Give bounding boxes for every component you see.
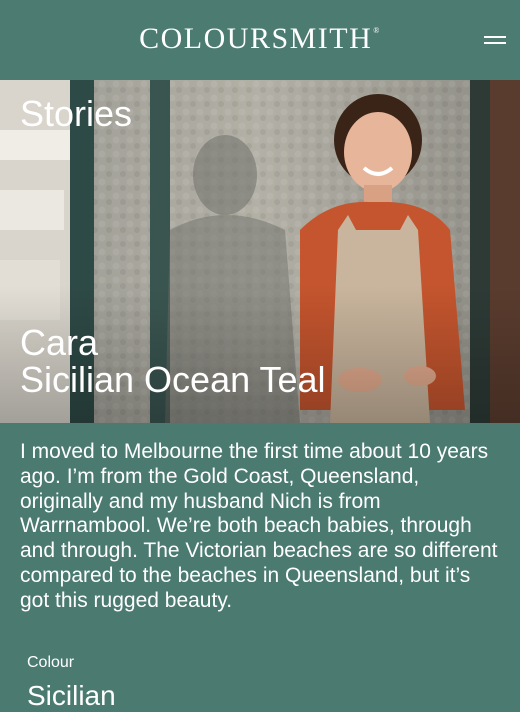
colour-label: Colour	[27, 654, 75, 671]
site-header: COLOURSMITH®	[0, 0, 520, 80]
colour-value[interactable]: Sicilian	[27, 680, 116, 712]
story-paragraph: I moved to Melbourne the first time abou…	[20, 440, 498, 612]
hamburger-menu-icon[interactable]	[484, 32, 508, 48]
coloursmith-logo[interactable]: COLOURSMITH®	[0, 22, 520, 56]
section-title: Stories	[20, 93, 133, 134]
logo-text: COLOURSMITH	[139, 22, 373, 55]
menu-line-top	[484, 36, 506, 38]
menu-line-bottom	[484, 42, 506, 44]
person-name: Cara	[20, 322, 99, 363]
hero-banner: Stories Cara Sicilian Ocean Teal	[0, 80, 520, 423]
featured-colour-name: Sicilian Ocean Teal	[20, 359, 326, 400]
registered-mark: ®	[373, 26, 381, 35]
